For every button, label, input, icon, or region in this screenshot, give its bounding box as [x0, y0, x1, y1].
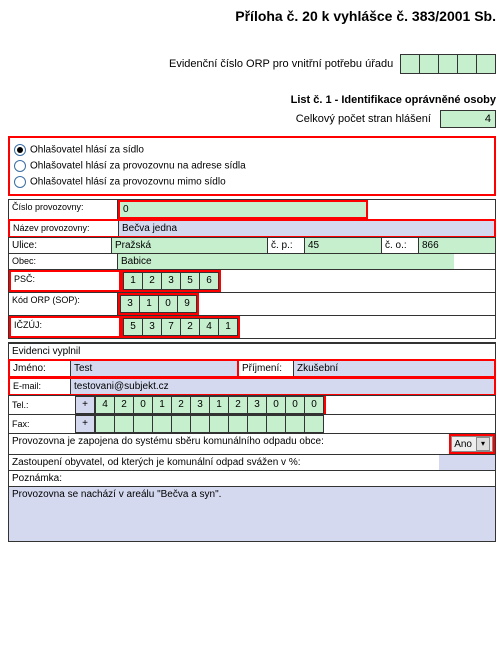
jmeno-field[interactable]: Test	[71, 361, 239, 376]
email-field[interactable]: testovani@subjekt.cz	[71, 379, 494, 394]
radio-provozovna-mimo[interactable]: Ohlašovatel hlásí za provozovnu mimo síd…	[14, 174, 490, 190]
kod-orp-label: Kód ORP (SOP):	[9, 293, 118, 315]
total-value: 4	[440, 110, 496, 128]
psc-label: PSČ:	[9, 270, 121, 292]
ulice-label: Ulice:	[9, 238, 112, 253]
tel-plus: +	[75, 396, 95, 414]
jmeno-label: Jméno:	[10, 361, 71, 376]
poznamka-field[interactable]: Provozovna se nachází v areálu "Bečva a …	[8, 487, 496, 542]
orp-label: Evidenční číslo ORP pro vnitřní potřebu …	[169, 58, 393, 70]
radio-sidlo[interactable]: Ohlašovatel hlásí za sídlo	[14, 142, 490, 158]
nazev-prov-field[interactable]: Bečva jedna	[119, 221, 494, 236]
cislo-prov-field[interactable]: 0	[118, 200, 368, 219]
radio-provozovna-sidlo[interactable]: Ohlašovatel hlásí za provozovnu na adres…	[14, 158, 490, 174]
fax-plus: +	[75, 415, 95, 433]
zapojena-label: Provozovna je zapojena do systému sběru …	[9, 434, 449, 454]
iczuj-field[interactable]: 537241	[121, 316, 240, 338]
zastoupeni-label: Zastoupení obyvatel, od kterých je komun…	[9, 455, 439, 470]
co-label: č. o.:	[382, 238, 419, 253]
ulice-field[interactable]: Pražská	[112, 238, 268, 253]
page-title: Příloha č. 20 k vyhlášce č. 383/2001 Sb.	[8, 8, 496, 24]
obec-field[interactable]: Babice	[118, 254, 454, 269]
tel-field[interactable]: 420123123000	[95, 396, 326, 414]
iczuj-label: IČZÚJ:	[9, 316, 121, 338]
poznamka-label: Poznámka:	[9, 471, 65, 486]
zapojena-select[interactable]: Ano▾	[449, 434, 495, 454]
fax-field[interactable]	[95, 415, 324, 433]
cislo-prov-label: Číslo provozovny:	[9, 200, 118, 219]
prijmeni-field[interactable]: Zkušební	[294, 361, 494, 376]
radio-group: Ohlašovatel hlásí za sídlo Ohlašovatel h…	[8, 136, 496, 196]
obec-label: Obec:	[9, 254, 118, 269]
nazev-prov-label: Název provozovny:	[10, 221, 119, 236]
cp-field[interactable]: 45	[305, 238, 382, 253]
tel-label: Tel.:	[9, 398, 76, 412]
cp-label: č. p.:	[268, 238, 305, 253]
fax-label: Fax:	[9, 417, 76, 431]
prijmeni-label: Příjmení:	[239, 361, 294, 376]
total-label: Celkový počet stran hlášení	[296, 113, 431, 125]
kod-orp-field[interactable]: 3109	[118, 293, 199, 315]
evidenci-title: Evidenci vyplnil	[8, 342, 496, 360]
psc-field[interactable]: 12356	[121, 270, 221, 292]
list-title: List č. 1 - Identifikace oprávněné osoby	[8, 94, 496, 106]
email-label: E-mail:	[10, 379, 71, 394]
chevron-down-icon: ▾	[476, 437, 490, 451]
zastoupeni-field[interactable]	[439, 455, 495, 470]
co-field[interactable]: 866	[419, 238, 495, 253]
orp-boxes[interactable]	[400, 54, 496, 74]
